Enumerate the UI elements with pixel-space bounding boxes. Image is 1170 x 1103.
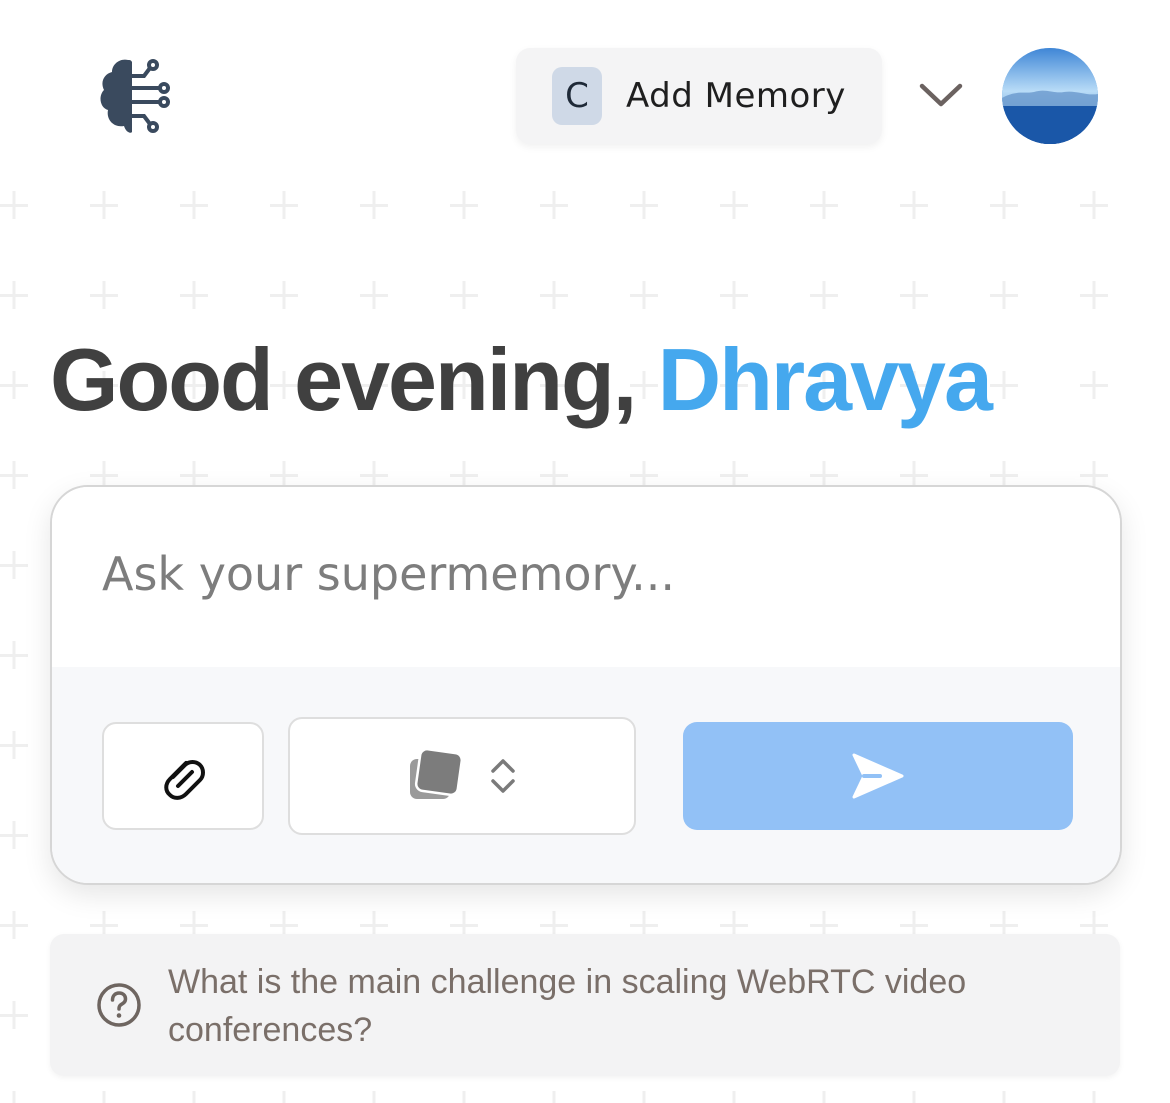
- avatar[interactable]: [1002, 48, 1098, 144]
- add-memory-label: Add Memory: [626, 76, 846, 116]
- send-icon: [852, 753, 904, 799]
- chevron-up-down-icon: [491, 759, 515, 793]
- greeting-user-name: Dhravya: [657, 330, 993, 429]
- app-logo[interactable]: [98, 56, 170, 136]
- stacked-cards-icon: [410, 749, 464, 799]
- suggestion-card[interactable]: What is the main challenge in scaling We…: [50, 934, 1120, 1076]
- greeting-prefix: Good evening,: [50, 330, 637, 429]
- space-selector[interactable]: [288, 717, 636, 835]
- chat-toolbar: [52, 667, 1120, 883]
- chat-input-placeholder: Ask your supermemory...: [102, 547, 675, 601]
- space-badge: C: [552, 67, 602, 125]
- send-button[interactable]: [683, 722, 1073, 830]
- question-circle-icon: [97, 983, 141, 1027]
- attach-button[interactable]: [102, 722, 264, 830]
- suggestion-text: What is the main challenge in scaling We…: [168, 963, 967, 1049]
- chat-box: Ask your supermemory...: [50, 485, 1122, 885]
- chat-input[interactable]: Ask your supermemory...: [52, 487, 1120, 667]
- paperclip-icon: [164, 760, 205, 800]
- brain-circuit-icon: [100, 59, 170, 133]
- greeting-heading: Good evening, Dhravya: [50, 330, 993, 430]
- chevron-down-icon[interactable]: [916, 78, 966, 114]
- add-memory-button[interactable]: C Add Memory: [516, 48, 882, 144]
